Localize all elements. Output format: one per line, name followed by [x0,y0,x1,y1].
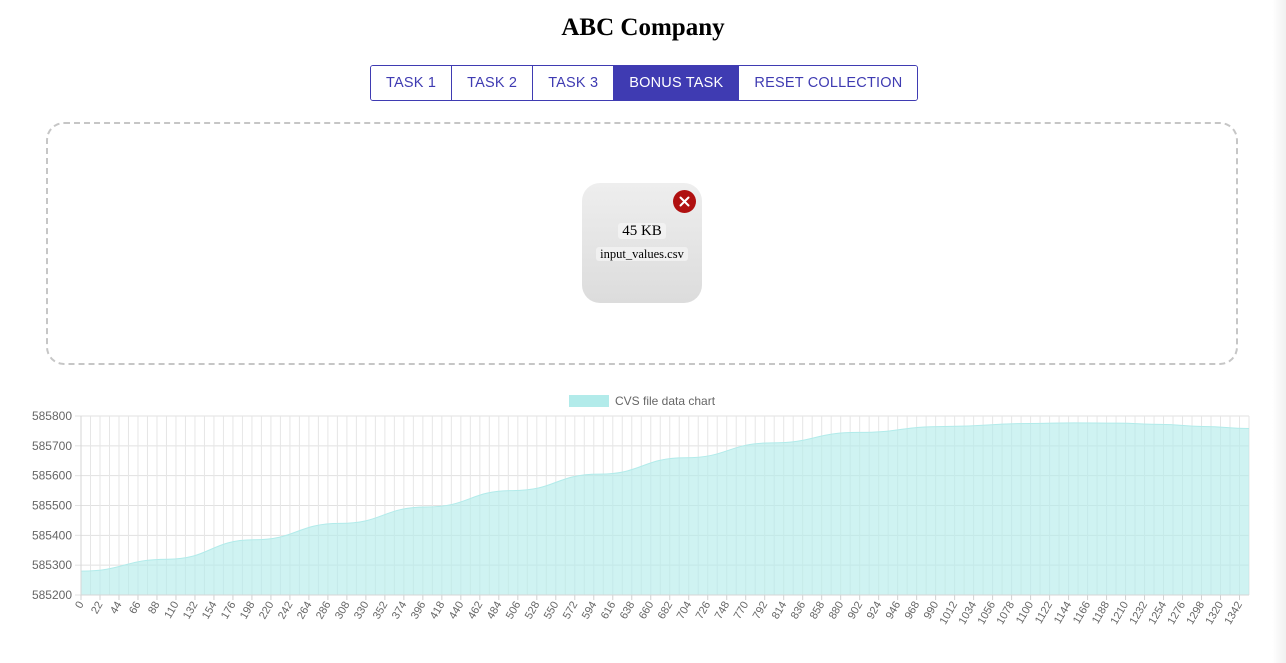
x-tick-label: 66 [127,600,144,617]
x-tick-label: 22 [89,600,106,617]
x-tick-label: 1056 [976,600,999,627]
legend-label: CVS file data chart [615,394,716,408]
x-tick-label: 1144 [1052,600,1074,626]
x-tick-label: 1298 [1184,600,1207,627]
x-tick-label: 286 [314,600,334,622]
x-tick-label: 858 [808,600,828,622]
x-tick-label: 418 [428,600,448,622]
x-tick-label: 264 [295,600,315,622]
tab-task-3[interactable]: TASK 3 [533,66,615,100]
x-tick-label: 506 [504,600,524,622]
x-tick-label: 902 [846,600,866,622]
x-tick-label: 682 [656,600,676,622]
x-tick-label: 1210 [1109,600,1132,627]
x-tick-label: 572 [561,600,581,622]
x-tick-label: 176 [219,600,239,622]
x-tick-label: 0 [73,600,86,611]
data-chart: CVS file data chart 585200 585300 585400 58… [0,385,1286,663]
x-tick-label: 484 [485,600,505,622]
x-tick-label: 1320 [1203,600,1226,627]
file-name-label: input_values.csv [582,247,702,262]
x-tick-label: 308 [333,600,353,622]
y-tick-label: 585600 [32,469,72,483]
x-tick-label: 1034 [957,600,980,627]
y-tick-label: 585500 [32,499,72,513]
x-tick-label: 1078 [995,599,1018,626]
chart-series [80,422,1250,595]
x-tick-label: 1232 [1128,600,1151,627]
x-tick-label: 616 [599,600,619,622]
y-tick-label: 585300 [32,558,72,572]
x-tick-label: 330 [352,600,372,622]
file-size-label: 45 KB [582,223,702,240]
x-tick-label: 242 [276,600,296,622]
x-tick-label: 1122 [1033,600,1055,626]
y-tick-label: 585700 [32,439,72,453]
x-tick-label: 462 [466,600,486,622]
tab-bonus-task[interactable]: BONUS TASK [614,66,740,100]
x-tick-label: 946 [884,600,904,622]
legend-swatch [569,395,609,407]
x-tick-label: 1100 [1014,600,1036,626]
x-tick-label: 528 [523,600,543,622]
x-tick-label: 352 [371,600,391,622]
x-tick-label: 154 [200,600,220,622]
x-tick-label: 88 [146,600,163,617]
x-tick-label: 220 [257,600,277,622]
x-tick-label: 198 [238,600,258,622]
y-tick-label: 585200 [32,588,72,602]
x-tick-label: 770 [732,600,752,622]
x-tick-label: 660 [637,600,657,622]
area-chart-svg: CVS file data chart 585200 585300 585400 58… [32,394,1250,627]
x-tick-label: 1276 [1165,600,1188,627]
tab-reset-collection[interactable]: RESET COLLECTION [739,66,918,100]
x-tick-label: 550 [542,600,562,622]
series-area [81,422,1249,595]
x-tick-label: 374 [390,600,410,622]
x-tick-label: 594 [580,600,600,622]
task-tabs: TASK 1 TASK 2 TASK 3 BONUS TASK RESET CO… [370,65,919,101]
x-tick-label: 792 [751,600,771,622]
x-tick-label: 110 [162,600,181,621]
x-tick-label: 748 [713,600,733,622]
tab-task-1[interactable]: TASK 1 [371,66,453,100]
x-tick-label: 132 [181,600,201,622]
y-tick-label: 585400 [32,528,72,542]
x-tick-label: 814 [770,600,790,622]
x-tick-label: 968 [903,600,923,622]
y-tick-label: 585800 [32,409,72,423]
x-tick-label: 880 [827,600,847,622]
page-title: ABC Company [561,14,725,41]
x-tick-label: 396 [409,600,429,622]
x-tick-label: 1012 [938,600,961,627]
file-name-text: input_values.csv [596,247,688,261]
x-tick-label: 1166 [1071,600,1093,626]
file-size-text: 45 KB [618,223,666,239]
tab-task-2[interactable]: TASK 2 [452,66,534,100]
x-tick-label: 1342 [1222,600,1245,627]
close-icon [679,196,690,207]
x-tick-label: 924 [865,600,885,622]
x-tick-label: 1254 [1147,600,1170,627]
x-tick-label: 836 [789,600,809,622]
x-tick-label: 44 [108,600,125,617]
remove-file-button[interactable] [673,190,696,213]
x-tick-label: 704 [675,600,695,622]
x-tick-label: 638 [618,600,638,622]
x-tick-label: 726 [694,600,714,622]
x-tick-label: 440 [447,600,467,622]
